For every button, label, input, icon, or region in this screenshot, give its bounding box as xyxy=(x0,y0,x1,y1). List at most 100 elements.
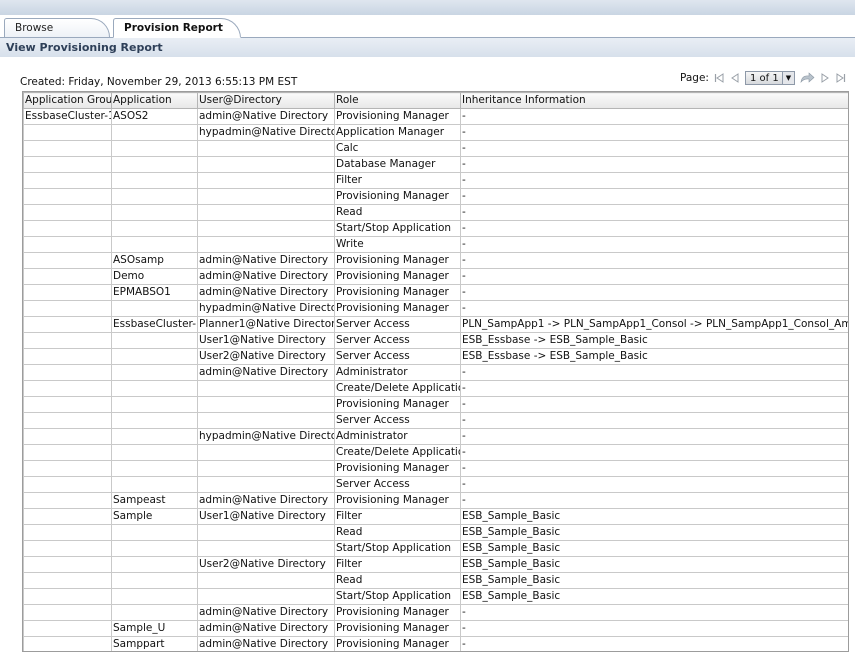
cell-user-directory xyxy=(197,572,335,589)
cell-role: Provisioning Manager xyxy=(334,284,461,301)
cell-application-group xyxy=(23,268,112,285)
cell-user-directory xyxy=(197,220,335,237)
table-row[interactable]: Provisioning Manager - xyxy=(23,396,848,413)
table-row[interactable]: hypadmin@Native Directory Application Man… xyxy=(23,124,848,141)
page-select[interactable]: 1 of 1 ▼ xyxy=(744,71,795,85)
table-row[interactable]: Samppart admin@Native Directory Provisioni… xyxy=(23,636,848,651)
go-arrow-icon[interactable] xyxy=(799,71,815,85)
table-row[interactable]: Start/Stop Application ESB_Sample_Basic xyxy=(23,588,848,605)
column-header-user-directory[interactable]: User@Directory xyxy=(197,92,335,109)
table-row[interactable]: Server Access - xyxy=(23,476,848,493)
table-row[interactable]: Provisioning Manager - xyxy=(23,460,848,477)
table-row[interactable]: Write - xyxy=(23,236,848,253)
cell-inheritance-information: - xyxy=(460,396,848,413)
cell-user-directory xyxy=(197,188,335,205)
cell-role: Server Access xyxy=(334,332,461,349)
table-row[interactable]: Start/Stop Application - xyxy=(23,220,848,237)
cell-application-group: EssbaseCluster-1 xyxy=(23,108,112,125)
table-row[interactable]: EPMABSO1 admin@Native Directory Provisioni… xyxy=(23,284,848,301)
cell-inheritance-information: - xyxy=(460,124,848,141)
cell-role: Provisioning Manager xyxy=(334,268,461,285)
cell-user-directory xyxy=(197,524,335,541)
table-row[interactable]: User2@Native Directory Server Access ESB_E… xyxy=(23,348,848,365)
page-label: Page: xyxy=(680,72,709,84)
table-row[interactable]: Start/Stop Application ESB_Sample_Basic xyxy=(23,540,848,557)
cell-inheritance-information: - xyxy=(460,204,848,221)
last-page-icon[interactable] xyxy=(835,71,847,85)
cell-user-directory xyxy=(197,540,335,557)
cell-role: Server Access xyxy=(334,476,461,493)
table-row[interactable]: Create/Delete Application - xyxy=(23,444,848,461)
cell-role: Provisioning Manager xyxy=(334,396,461,413)
cell-inheritance-information: - xyxy=(460,380,848,397)
cell-application xyxy=(111,236,198,253)
table-row[interactable]: Filter - xyxy=(23,172,848,189)
table-row[interactable]: Create/Delete Application - xyxy=(23,380,848,397)
cell-application-group xyxy=(23,364,112,381)
table-row[interactable]: Provisioning Manager - xyxy=(23,188,848,205)
cell-role: Read xyxy=(334,524,461,541)
table-row[interactable]: Sampeast admin@Native Directory Provisioni… xyxy=(23,492,848,509)
table-row[interactable]: User2@Native Directory Filter ESB_Sample_B… xyxy=(23,556,848,573)
cell-inheritance-information: - xyxy=(460,476,848,493)
cell-role: Start/Stop Application xyxy=(334,220,461,237)
table-row[interactable]: admin@Native Directory Provisioning Manag… xyxy=(23,604,848,621)
previous-page-icon[interactable] xyxy=(729,71,741,85)
table-row[interactable]: Calc - xyxy=(23,140,848,157)
cell-application xyxy=(111,396,198,413)
tab-browse[interactable]: Browse xyxy=(4,18,110,37)
table-row[interactable]: User1@Native Directory Server Access ESB_E… xyxy=(23,332,848,349)
table-row[interactable]: Read ESB_Sample_Basic xyxy=(23,524,848,541)
tab-provision-report[interactable]: Provision Report xyxy=(113,18,241,38)
chevron-down-icon[interactable]: ▼ xyxy=(781,72,794,84)
column-header-role[interactable]: Role xyxy=(334,92,461,109)
cell-user-directory: admin@Native Directory xyxy=(197,108,335,125)
cell-user-directory xyxy=(197,140,335,157)
table-row[interactable]: Sample User1@Native Directory Filter ESB_Sa… xyxy=(23,508,848,525)
next-page-icon[interactable] xyxy=(819,71,831,85)
table-row[interactable]: hypadmin@Native Directory Administrator - xyxy=(23,428,848,445)
column-header-application-group[interactable]: Application Group xyxy=(23,92,112,109)
cell-application: ASOsamp xyxy=(111,252,198,269)
cell-user-directory xyxy=(197,396,335,413)
cell-inheritance-information: - xyxy=(460,172,848,189)
table-row[interactable]: Demo admin@Native Directory Provisioning M… xyxy=(23,268,848,285)
cell-application-group xyxy=(23,284,112,301)
cell-inheritance-information: - xyxy=(460,492,848,509)
table-row[interactable]: Read ESB_Sample_Basic xyxy=(23,572,848,589)
cell-application: Samppart xyxy=(111,636,198,651)
table-row[interactable]: Read - xyxy=(23,204,848,221)
cell-user-directory xyxy=(197,156,335,173)
cell-user-directory: admin@Native Directory xyxy=(197,268,335,285)
column-header-application[interactable]: Application xyxy=(111,92,198,109)
cell-application-group xyxy=(23,540,112,557)
cell-application xyxy=(111,380,198,397)
cell-application xyxy=(111,220,198,237)
cell-role: Create/Delete Application xyxy=(334,380,461,397)
cell-role: Provisioning Manager xyxy=(334,252,461,269)
column-header-inheritance-information[interactable]: Inheritance Information xyxy=(460,92,848,109)
cell-user-directory xyxy=(197,412,335,429)
cell-application xyxy=(111,300,198,317)
cell-inheritance-information: - xyxy=(460,412,848,429)
table-row[interactable]: ASOsamp admin@Native Directory Provisionin… xyxy=(23,252,848,269)
table-row[interactable]: EssbaseCluster-1 ASOS2 admin@Native Direct… xyxy=(23,108,848,125)
cell-inheritance-information: - xyxy=(460,444,848,461)
cell-user-directory xyxy=(197,444,335,461)
cell-application xyxy=(111,524,198,541)
table-row[interactable]: Database Manager - xyxy=(23,156,848,173)
table-row[interactable]: EssbaseCluster-1 Planner1@Native Director… xyxy=(23,316,848,333)
table-row[interactable]: Server Access - xyxy=(23,412,848,429)
first-page-icon[interactable] xyxy=(713,71,725,85)
cell-user-directory xyxy=(197,172,335,189)
cell-inheritance-information: - xyxy=(460,284,848,301)
cell-inheritance-information: - xyxy=(460,428,848,445)
cell-application-group xyxy=(23,524,112,541)
cell-user-directory: admin@Native Directory xyxy=(197,364,335,381)
cell-role: Server Access xyxy=(334,348,461,365)
cell-inheritance-information: ESB_Sample_Basic xyxy=(460,540,848,557)
cell-inheritance-information: - xyxy=(460,156,848,173)
table-row[interactable]: admin@Native Directory Administrator - xyxy=(23,364,848,381)
table-row[interactable]: hypadmin@Native Directory Provisioning Ma… xyxy=(23,300,848,317)
table-row[interactable]: Sample_U admin@Native Directory Provisioni… xyxy=(23,620,848,637)
